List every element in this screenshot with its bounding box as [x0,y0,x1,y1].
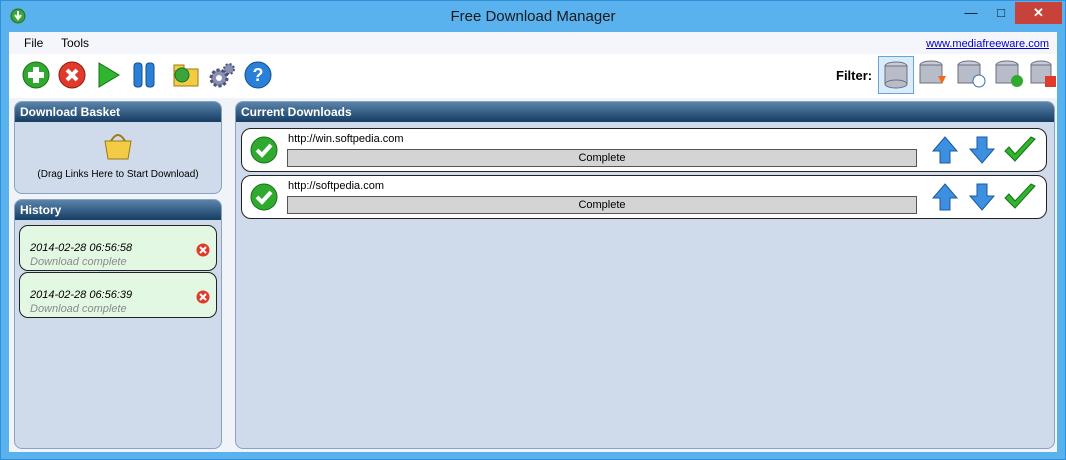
svg-text:?: ? [253,65,264,85]
move-down-arrow-icon[interactable] [968,135,996,165]
maximize-button[interactable]: □ [986,2,1016,24]
move-down-arrow-icon[interactable] [968,182,996,212]
start-download-button[interactable] [93,60,123,90]
download-status: Complete [578,152,626,164]
history-item[interactable]: 2014-02-28 06:56:58 Download complete [19,225,217,271]
close-button[interactable]: ✕ [1015,2,1062,24]
remove-history-icon[interactable] [196,290,210,304]
download-item[interactable]: http://softpedia.com Complete [241,175,1047,219]
menu-bar: File Tools www.mediafreeware.com [9,32,1057,54]
complete-checkmark-icon[interactable] [1003,136,1037,164]
current-downloads-title: Current Downloads [236,102,1054,122]
window-title: Free Download Manager [450,8,616,25]
history-title: History [15,200,221,220]
history-panel: History 2014-02-28 06:56:58 Download com… [14,199,222,449]
history-item[interactable]: 2014-02-28 06:56:39 Download complete [19,272,217,318]
remove-history-icon[interactable] [196,243,210,257]
history-date: 2014-02-28 06:56:58 [30,242,133,254]
download-url: http://win.softpedia.com [288,133,404,145]
filter-scheduled-icon[interactable] [954,56,988,92]
download-progress-bar: Complete [287,149,917,167]
filter-downloading-icon[interactable] [916,56,950,92]
download-progress-bar: Complete [287,196,917,214]
download-item[interactable]: http://win.softpedia.com Complete [241,128,1047,172]
filter-all-icon[interactable] [878,56,914,94]
client-area: File Tools www.mediafreeware.com ? Filte… [9,32,1057,452]
add-download-button[interactable] [21,60,51,90]
filter-label: Filter: [836,68,873,83]
menu-file[interactable]: File [24,36,43,50]
pause-download-button[interactable] [129,60,159,90]
move-up-arrow-icon[interactable] [931,182,959,212]
website-link[interactable]: www.mediafreeware.com [926,38,1049,50]
basket-hint: (Drag Links Here to Start Download) [37,169,199,180]
filter-completed-icon[interactable] [992,56,1026,92]
menu-tools[interactable]: Tools [61,36,89,50]
history-status: Download complete [30,256,127,268]
minimize-button[interactable]: — [956,2,986,24]
completed-check-icon [250,183,278,211]
completed-check-icon [250,136,278,164]
basket-icon[interactable] [101,129,135,161]
complete-checkmark-icon[interactable] [1003,183,1037,211]
download-status: Complete [578,199,626,211]
history-status: Download complete [30,303,127,315]
current-downloads-panel: Current Downloads http://win.softpedia.c… [235,101,1055,449]
app-window: Free Download Manager — □ ✕ File Tools w… [0,0,1066,460]
move-up-arrow-icon[interactable] [931,135,959,165]
toolbar: ? Filter: [9,54,1057,98]
content-area: Download Basket (Drag Links Here to Star… [9,98,1057,452]
download-url: http://softpedia.com [288,180,384,192]
delete-download-button[interactable] [57,60,87,90]
filter-failed-icon[interactable] [1027,56,1057,92]
open-folder-button[interactable] [171,60,201,90]
title-bar[interactable]: Free Download Manager — □ ✕ [1,1,1065,31]
download-basket-title: Download Basket [15,102,221,122]
help-icon[interactable]: ? [243,60,273,90]
download-basket-panel: Download Basket (Drag Links Here to Star… [14,101,222,194]
history-date: 2014-02-28 06:56:39 [30,289,133,301]
settings-gear-icon[interactable] [207,60,237,90]
